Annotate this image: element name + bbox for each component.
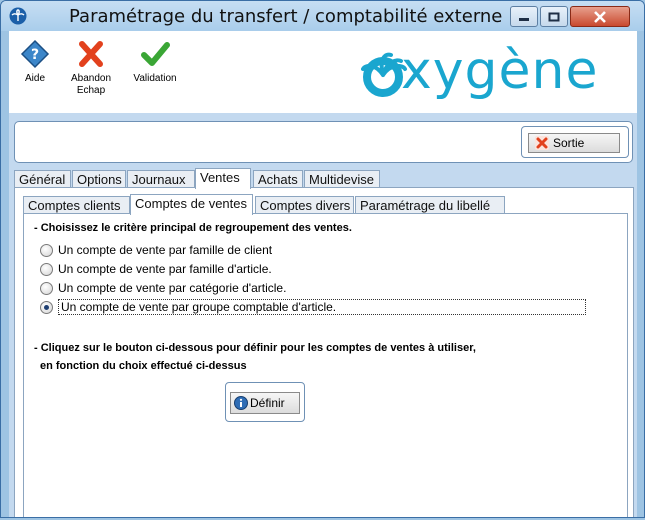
radio-icon[interactable]	[40, 262, 53, 276]
main-area: Sortie Général Options Journaux Ventes A…	[9, 113, 637, 517]
info-icon	[234, 396, 248, 410]
close-button[interactable]	[570, 6, 630, 27]
option-famille-article[interactable]: Un compte de vente par famille d'article…	[40, 261, 272, 277]
instruction-line-2: en fonction du choix effectué ci-dessus	[40, 360, 247, 372]
definir-button[interactable]: Définir	[230, 392, 300, 414]
instruction-line-1: - Cliquez sur le bouton ci-dessous pour …	[34, 342, 476, 354]
client-area: ? Aide Abandon Echap Validation xygène S…	[9, 31, 637, 517]
checkmark-icon	[141, 42, 170, 66]
tab-ventes[interactable]: Ventes	[195, 168, 251, 189]
toolbar: ? Aide Abandon Echap Validation xygène	[9, 31, 637, 113]
main-window: Paramétrage du transfert / comptabilité …	[0, 0, 645, 518]
aide-label: Aide	[24, 73, 45, 84]
tab-comptes-divers[interactable]: Comptes divers	[255, 196, 354, 214]
validation-button[interactable]: Validation	[127, 39, 183, 85]
minimize-icon	[519, 17, 529, 21]
tab-parametrage-libelle[interactable]: Paramétrage du libellé	[355, 196, 505, 214]
maximize-button[interactable]	[540, 6, 568, 27]
tab-comptes-de-ventes[interactable]: Comptes de ventes	[130, 194, 253, 215]
definir-label: Définir	[250, 396, 285, 410]
help-icon: ?	[20, 39, 50, 69]
criteria-question: - Choisissez le critère principal de reg…	[34, 222, 352, 234]
definir-frame: Définir	[225, 382, 305, 422]
title-bar[interactable]: Paramétrage du transfert / comptabilité …	[1, 1, 644, 31]
maximize-icon	[548, 12, 560, 21]
comptes-de-ventes-panel: - Choisissez le critère principal de reg…	[23, 213, 628, 517]
option-label: Un compte de vente par catégorie d'artic…	[58, 281, 287, 295]
sortie-frame: Sortie	[521, 126, 629, 158]
window-title: Paramétrage du transfert / comptabilité …	[69, 6, 503, 27]
close-icon	[594, 10, 606, 23]
abandon-shortcut-label: Echap	[76, 85, 106, 96]
cancel-x-icon	[79, 41, 103, 67]
ventes-panel: Comptes clients Comptes de ventes Compte…	[14, 187, 634, 517]
tab-general[interactable]: Général	[14, 170, 71, 188]
option-label: Un compte de vente par famille de client	[58, 243, 273, 257]
logo-text: xygène	[401, 41, 599, 101]
radio-icon[interactable]	[40, 281, 53, 295]
option-famille-client[interactable]: Un compte de vente par famille de client	[40, 242, 272, 258]
sub-tabs: Comptes clients Comptes de ventes Compte…	[23, 194, 623, 215]
minimize-button[interactable]	[510, 6, 538, 27]
sortie-button[interactable]: Sortie	[528, 133, 620, 153]
option-categorie-article[interactable]: Un compte de vente par catégorie d'artic…	[40, 280, 286, 296]
tab-achats[interactable]: Achats	[253, 170, 303, 188]
tab-multidevise[interactable]: Multidevise	[304, 170, 380, 188]
radio-selected-icon[interactable]	[40, 300, 53, 314]
option-groupe-comptable-article[interactable]: Un compte de vente par groupe comptable …	[40, 299, 586, 315]
exit-x-icon	[535, 136, 549, 150]
abandon-label: Abandon	[70, 73, 112, 84]
header-panel: Sortie	[14, 121, 633, 163]
option-label: Un compte de vente par groupe comptable …	[58, 299, 586, 315]
svg-text:?: ?	[31, 47, 39, 63]
option-label: Un compte de vente par famille d'article…	[58, 262, 272, 276]
sortie-label: Sortie	[553, 136, 585, 150]
oxygene-logo: xygène	[361, 41, 626, 101]
aide-button[interactable]: ? Aide	[17, 39, 53, 85]
abandon-button[interactable]: Abandon Echap	[65, 39, 117, 97]
app-palm-icon[interactable]	[9, 7, 27, 25]
validation-label: Validation	[133, 73, 177, 84]
tab-journaux[interactable]: Journaux	[127, 170, 195, 188]
tab-comptes-clients[interactable]: Comptes clients	[23, 196, 130, 214]
main-tabs: Général Options Journaux Ventes Achats M…	[14, 168, 634, 189]
tab-options[interactable]: Options	[72, 170, 126, 188]
radio-icon[interactable]	[40, 243, 53, 257]
